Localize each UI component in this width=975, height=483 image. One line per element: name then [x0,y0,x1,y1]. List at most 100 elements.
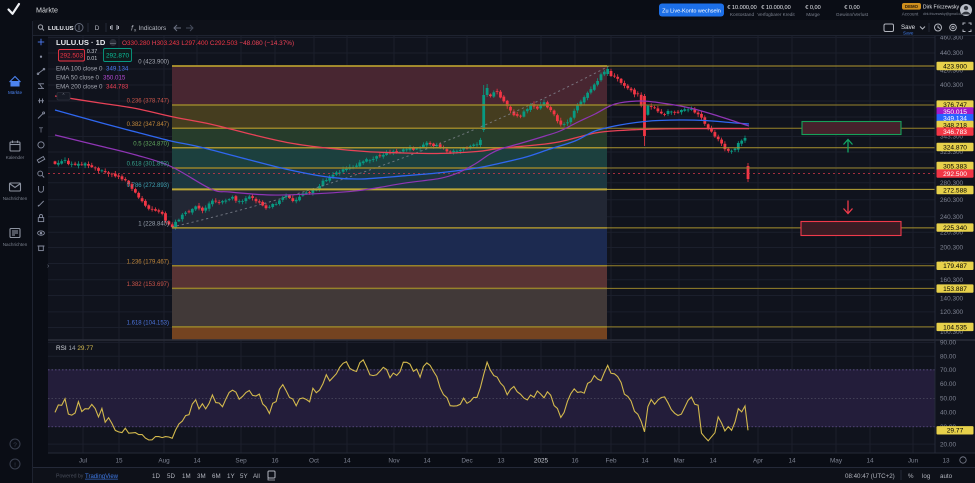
svg-text:DEMO: DEMO [905,4,919,9]
svg-text:Indicators: Indicators [139,25,167,32]
svg-text:Dec: Dec [461,458,473,465]
svg-text:0.786 (272.893): 0.786 (272.893) [127,183,169,189]
svg-text:14: 14 [641,458,649,465]
svg-text:292.870: 292.870 [106,53,130,60]
svg-text:T: T [39,128,44,135]
svg-text:16: 16 [271,458,279,465]
svg-text:Aug: Aug [158,458,170,465]
svg-text:423.900: 423.900 [943,63,967,70]
svg-text:349.134: 349.134 [106,66,129,73]
svg-text:40.00: 40.00 [940,410,956,417]
svg-text:All: All [253,473,260,480]
svg-text:Mar: Mar [673,458,685,465]
svg-text:120.300: 120.300 [940,309,964,316]
svg-text:Account: Account [902,12,919,17]
svg-text:1M: 1M [182,473,191,480]
svg-text:1 (228.840): 1 (228.840) [138,222,169,228]
svg-text:240.300: 240.300 [940,214,964,221]
svg-text:?: ? [13,442,17,449]
svg-text:log: log [922,473,931,480]
svg-text:›: › [47,263,50,270]
svg-text:5Y: 5Y [240,473,248,480]
svg-text:260.300: 260.300 [940,197,964,204]
svg-text:0.01: 0.01 [87,56,98,62]
svg-text:292.500: 292.500 [943,171,967,178]
svg-text:EMA 50 close 0: EMA 50 close 0 [56,75,100,82]
svg-text:RSI 14 29.77: RSI 14 29.77 [56,345,94,352]
svg-text:153.887: 153.887 [943,286,967,293]
svg-text:Gewinn/Verlust: Gewinn/Verlust [836,12,869,18]
svg-text:16: 16 [571,458,579,465]
svg-text:3M: 3M [197,473,206,480]
svg-text:Märkte: Märkte [8,90,22,95]
svg-text:1.618 (104.153): 1.618 (104.153) [127,321,169,327]
svg-text:324.870: 324.870 [943,144,967,151]
svg-text:Save: Save [903,31,914,36]
svg-text:Märkte: Märkte [36,6,58,15]
svg-text:Apr: Apr [753,458,764,465]
svg-text:0.37: 0.37 [87,49,98,55]
svg-text:90.00: 90.00 [940,340,956,347]
svg-text:Zu Live-Konto wechseln: Zu Live-Konto wechseln [662,9,721,15]
svg-text:LULU.US · 1D: LULU.US · 1D [56,38,106,47]
svg-text:auto: auto [940,473,953,480]
svg-text:LULU.US: LULU.US [48,26,74,32]
svg-text:Nachrichten: Nachrichten [3,196,28,201]
svg-text:D: D [95,25,100,32]
svg-text:1D: 1D [152,473,160,480]
svg-text:14: 14 [193,458,201,465]
svg-text:Dirk Friczewsky: Dirk Friczewsky [923,5,960,11]
svg-text:14: 14 [709,458,717,465]
svg-text:Nov: Nov [388,458,400,465]
svg-text:08:40:47 (UTC+2): 08:40:47 (UTC+2) [845,473,895,480]
svg-text:Verfügbarer Kredit: Verfügbarer Kredit [757,12,795,17]
svg-text:13: 13 [497,458,505,465]
svg-text:ˆ: ˆ [63,95,65,101]
svg-text:350.015: 350.015 [103,75,126,82]
svg-text:160.300: 160.300 [940,277,964,284]
svg-text:104.535: 104.535 [943,324,967,331]
svg-text:Oct: Oct [309,458,319,465]
svg-text:0 (423.900): 0 (423.900) [138,60,169,66]
svg-text:14: 14 [343,458,351,465]
svg-text:305.383: 305.383 [943,163,967,170]
svg-text:13: 13 [942,458,950,465]
svg-text:80.00: 80.00 [940,354,956,361]
svg-text:272.588: 272.588 [943,187,967,194]
svg-text:344.783: 344.783 [106,84,129,91]
svg-text:€ 10.000,00: € 10.000,00 [761,5,791,11]
svg-text:50.00: 50.00 [940,396,956,403]
svg-text:29.77: 29.77 [947,428,964,435]
svg-text:May: May [830,458,843,465]
svg-text:1Y: 1Y [227,473,235,480]
svg-text:EMA 200 close 0: EMA 200 close 0 [56,84,103,91]
svg-text:—: — [110,41,116,47]
svg-text:5D: 5D [167,473,175,480]
svg-text:200.300: 200.300 [940,245,964,252]
svg-text:€ 10.000,00: € 10.000,00 [727,5,757,11]
svg-text:dirk.friczewsky@gmail.com: dirk.friczewsky@gmail.com [923,12,965,16]
svg-text:€ 0,00: € 0,00 [805,5,821,11]
svg-text:14: 14 [866,458,874,465]
svg-text:0.236 (378.747): 0.236 (378.747) [127,99,169,105]
svg-text:0.618 (301.893): 0.618 (301.893) [127,162,169,168]
svg-text:Jun: Jun [908,458,919,465]
svg-text:EMA 100 close 0: EMA 100 close 0 [56,66,103,73]
svg-text:Kontostand: Kontostand [730,12,755,18]
svg-text:60.00: 60.00 [940,381,956,388]
svg-text:Powered by: Powered by [56,474,84,480]
svg-text:400.300: 400.300 [940,82,964,89]
svg-text:6M: 6M [212,473,221,480]
svg-text:Nachrichten: Nachrichten [3,242,28,247]
svg-text:14: 14 [788,458,796,465]
svg-text:€ 0,00: € 0,00 [844,5,860,11]
svg-text:TradingView: TradingView [85,474,119,480]
svg-text:1.236 (179.467): 1.236 (179.467) [127,260,169,266]
svg-text:440.300: 440.300 [940,50,964,57]
svg-text:14: 14 [423,458,431,465]
svg-text:140.300: 140.300 [940,296,964,303]
svg-text:20.00: 20.00 [940,441,956,448]
svg-text:179.487: 179.487 [943,263,967,270]
svg-text:0.5 (324.870): 0.5 (324.870) [133,142,169,148]
svg-text:Marge: Marge [806,12,820,18]
